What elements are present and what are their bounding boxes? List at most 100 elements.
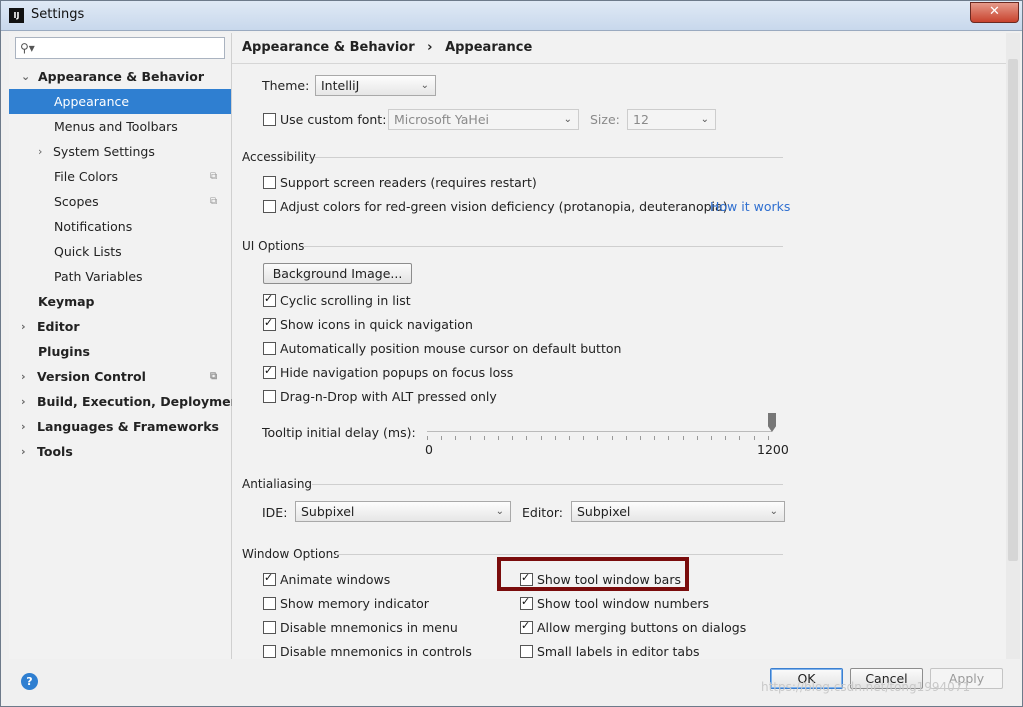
allow-merging-buttons-checkbox[interactable] [520, 619, 533, 634]
section-divider [304, 246, 783, 247]
editor-antialiasing-value: Subpixel [577, 504, 631, 519]
show-icons-checkbox[interactable] [263, 316, 276, 331]
cyclic-scrolling-label: Cyclic scrolling in list [280, 293, 411, 308]
background-image-button[interactable]: Background Image... [263, 263, 412, 284]
adjust-colors-checkbox[interactable] [263, 200, 276, 213]
chevron-right-icon: › [21, 445, 26, 458]
sidebar-item-editor[interactable]: › Editor [9, 314, 231, 339]
slider-tick [725, 436, 727, 440]
breadcrumb-separator: › [427, 40, 433, 55]
custom-font-dropdown[interactable]: Microsoft YaHei ⌄ [388, 109, 579, 130]
sidebar-item-file-colors[interactable]: File Colors ⧉ [9, 164, 231, 189]
slider-tick [512, 436, 514, 440]
window-options-section-title: Window Options [242, 547, 340, 561]
sidebar-item-tools[interactable]: › Tools [9, 439, 231, 464]
tooltip-delay-slider-thumb[interactable] [768, 413, 776, 432]
project-scope-icon: ⧉ [210, 196, 218, 207]
chevron-right-icon: › [21, 320, 26, 333]
auto-position-cursor-checkbox[interactable] [263, 342, 276, 355]
show-memory-checkbox[interactable] [263, 597, 276, 610]
sidebar-item-scopes[interactable]: Scopes ⧉ [9, 189, 231, 214]
show-tool-window-numbers-label: Show tool window numbers [537, 596, 710, 611]
sidebar-item-system-settings[interactable]: › System Settings [9, 139, 231, 164]
use-custom-font-checkbox[interactable] [263, 113, 276, 126]
show-icons-label: Show icons in quick navigation [280, 317, 473, 332]
theme-dropdown[interactable]: IntelliJ ⌄ [315, 75, 436, 96]
sidebar-item-notifications[interactable]: Notifications [9, 214, 231, 239]
show-tool-window-numbers-checkbox[interactable] [520, 595, 533, 610]
use-custom-font-label: Use custom font: [280, 112, 387, 127]
font-size-dropdown[interactable]: 12 ⌄ [627, 109, 716, 130]
sidebar-item-version-control[interactable]: › Version Control ⧉ [9, 364, 231, 389]
disable-mnemonics-controls-checkbox[interactable] [263, 645, 276, 658]
slider-tick [583, 436, 585, 440]
sidebar-item-appearance-behavior[interactable]: ⌄ Appearance & Behavior [9, 64, 231, 89]
sidebar-item-path-variables[interactable]: Path Variables [9, 264, 231, 289]
sidebar-item-plugins[interactable]: Plugins [9, 339, 231, 364]
sidebar-item-build-execution-deployment[interactable]: › Build, Execution, Deployment [9, 389, 245, 414]
editor-antialiasing-label: Editor: [522, 505, 563, 520]
help-icon[interactable]: ? [21, 673, 38, 690]
theme-value: IntelliJ [321, 78, 360, 93]
tooltip-min-label: 0 [425, 442, 433, 457]
chevron-right-icon: › [21, 420, 26, 433]
how-it-works-link[interactable]: How it works [710, 199, 790, 214]
settings-sidebar: ⚲▾ ⌄ Appearance & Behavior Appearance Me… [9, 33, 245, 659]
project-scope-icon: ⧉ [210, 371, 218, 382]
chevron-down-icon: ⌄ [21, 70, 31, 83]
title-bar: IJ Settings ✕ [1, 1, 1022, 31]
slider-tick [427, 436, 428, 440]
drag-n-drop-checkbox[interactable] [263, 390, 276, 403]
hide-popups-checkbox[interactable] [263, 364, 276, 379]
breadcrumb-parent[interactable]: Appearance & Behavior [242, 40, 415, 55]
header-divider [232, 63, 1006, 64]
breadcrumb: Appearance & Behavior › Appearance [242, 40, 532, 55]
slider-tick [767, 436, 769, 440]
slider-tick [469, 436, 471, 440]
chevron-down-icon: ⌄ [420, 80, 429, 91]
window-close-button[interactable]: ✕ [970, 2, 1019, 23]
slider-tick [540, 436, 542, 440]
small-labels-label: Small labels in editor tabs [537, 644, 700, 659]
animate-windows-label: Animate windows [280, 572, 391, 587]
slider-tick [682, 436, 684, 440]
chevron-down-icon: ⌄ [769, 506, 778, 517]
sidebar-item-keymap[interactable]: Keymap [9, 289, 231, 314]
cyclic-scrolling-checkbox[interactable] [263, 292, 276, 307]
small-labels-checkbox[interactable] [520, 645, 533, 658]
antialiasing-section-title: Antialiasing [242, 477, 313, 491]
sidebar-item-languages-frameworks[interactable]: › Languages & Frameworks [9, 414, 231, 439]
sidebar-item-quick-lists[interactable]: Quick Lists [9, 239, 231, 264]
window-title: Settings [31, 7, 85, 22]
slider-tick [696, 436, 698, 440]
search-input[interactable]: ⚲▾ [15, 37, 225, 59]
screen-readers-checkbox[interactable] [263, 176, 276, 189]
section-divider [336, 554, 783, 555]
breadcrumb-current: Appearance [445, 40, 533, 55]
ide-antialiasing-dropdown[interactable]: Subpixel ⌄ [295, 501, 511, 522]
slider-tick [739, 436, 741, 440]
theme-label: Theme: [262, 78, 310, 93]
scrollbar-thumb[interactable] [1008, 59, 1018, 561]
watermark-text: https://blog.csdn.net/tong1994071 [761, 680, 971, 694]
project-scope-icon: ⧉ [210, 171, 218, 182]
annotation-highlight-box [497, 557, 689, 591]
intellij-app-icon: IJ [9, 8, 24, 23]
disable-mnemonics-menu-checkbox[interactable] [263, 621, 276, 634]
slider-tick [597, 436, 599, 440]
animate-windows-checkbox[interactable] [263, 571, 276, 586]
content-scrollbar[interactable] [1006, 33, 1020, 659]
slider-tick [498, 436, 499, 440]
tooltip-delay-slider-track[interactable] [427, 431, 772, 432]
tooltip-max-label: 1200 [757, 442, 789, 457]
slider-tick [569, 436, 570, 440]
chevron-right-icon: › [38, 145, 43, 158]
allow-merging-buttons-label: Allow merging buttons on dialogs [537, 620, 747, 635]
screen-readers-label: Support screen readers (requires restart… [280, 175, 537, 190]
sidebar-item-menus-toolbars[interactable]: Menus and Toolbars [9, 114, 231, 139]
sidebar-item-appearance[interactable]: Appearance [9, 89, 231, 114]
editor-antialiasing-dropdown[interactable]: Subpixel ⌄ [571, 501, 785, 522]
slider-tick [711, 436, 712, 440]
chevron-right-icon: › [21, 370, 26, 383]
section-divider [312, 484, 783, 485]
